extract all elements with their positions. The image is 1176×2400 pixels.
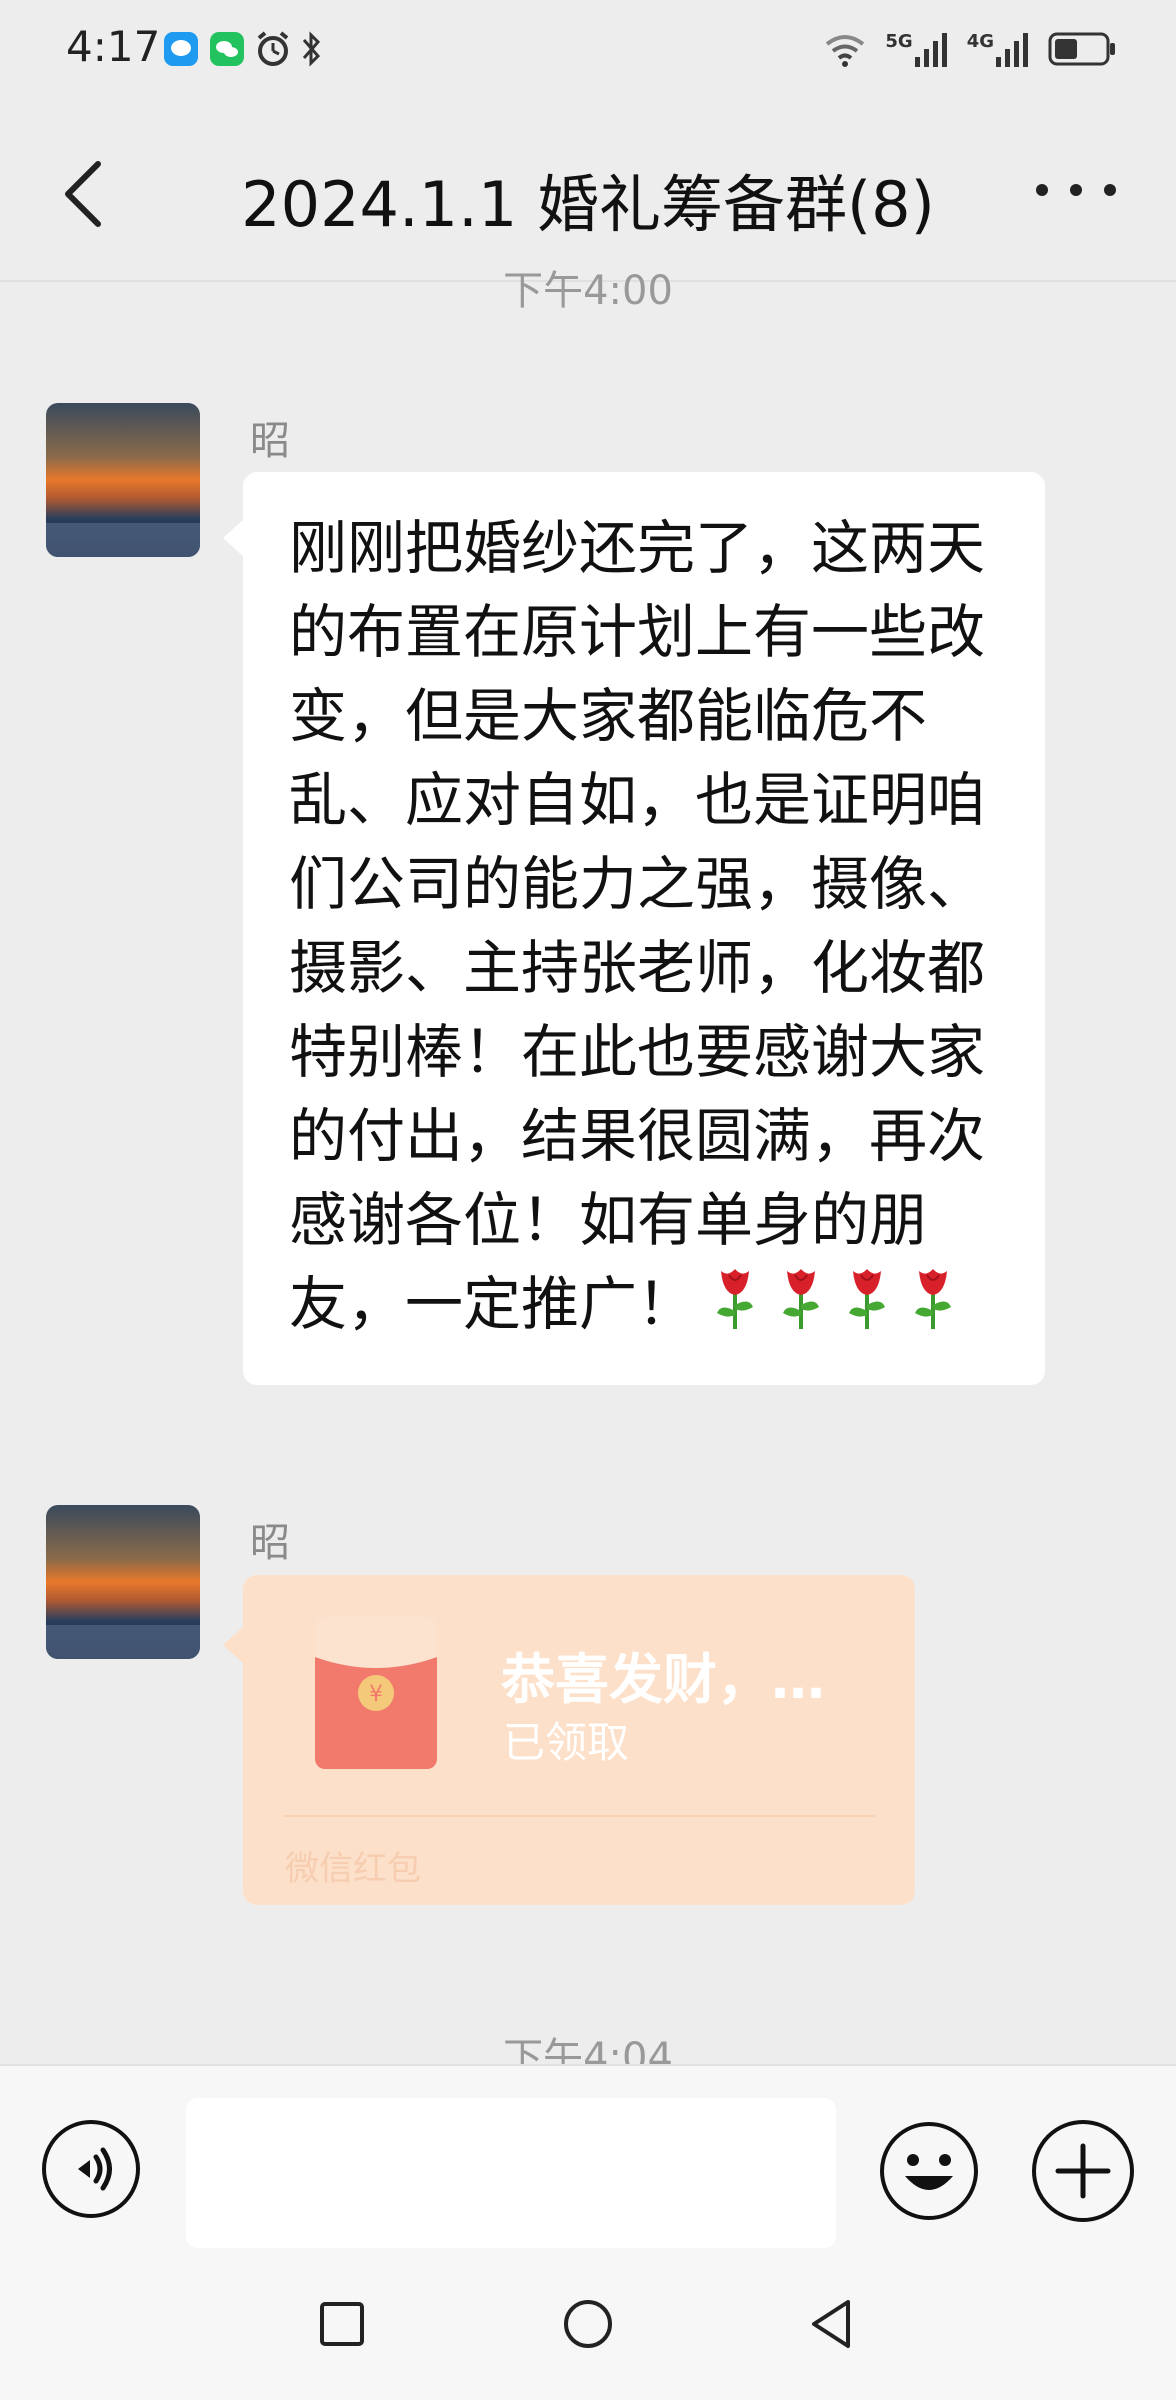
- more-dots-icon[interactable]: [1036, 162, 1116, 218]
- smiley-icon[interactable]: [878, 2120, 980, 2222]
- rose-emoji: [841, 1263, 893, 1353]
- page-title: 2024.1.1 婚礼筹备群(8): [241, 168, 935, 241]
- battery-fill: [1055, 39, 1077, 59]
- recent-apps-icon[interactable]: [312, 2294, 372, 2354]
- red-envelope-icon: ¥: [315, 1617, 437, 1769]
- avatar[interactable]: [46, 403, 200, 557]
- 4g-label: 4G: [966, 31, 994, 52]
- message-text-container: 刚刚把婚纱还完了，这两天的布置在原计划上有一些改变，但是大家都能临危不乱、应对自…: [289, 506, 1015, 1353]
- sender-name: 昭: [250, 1520, 290, 1566]
- sender-name: 昭: [250, 418, 290, 464]
- rose-emoji: [709, 1263, 761, 1353]
- status-right-group: 5G 4G: [823, 26, 1118, 72]
- red-packet-card[interactable]: ¥ 恭喜发财，… 已领取 微信红包: [223, 1575, 915, 1905]
- chevron-left-icon[interactable]: [58, 156, 118, 232]
- bluetooth-icon: [300, 30, 324, 68]
- status-bar: 4:17 5G 4G: [0, 0, 1176, 100]
- back-triangle-icon[interactable]: [802, 2294, 862, 2354]
- rose-emoji: [775, 1263, 827, 1353]
- currency-symbol: ¥: [369, 1682, 383, 1707]
- wifi-icon: [823, 30, 867, 68]
- alarm-icon: [254, 30, 292, 68]
- message-text: 刚刚把婚纱还完了，这两天的布置在原计划上有一些改变，但是大家都能临危不乱、应对自…: [289, 514, 986, 1338]
- plus-icon[interactable]: [1032, 2120, 1134, 2222]
- red-packet-status: 已领取: [503, 1718, 630, 1767]
- 5g-label: 5G: [885, 31, 913, 52]
- chat-header: 2024.1.1 婚礼筹备群(8): [0, 118, 1176, 268]
- home-icon[interactable]: [558, 2294, 618, 2354]
- system-navigation-bar: [0, 2250, 1176, 2400]
- wechat-icon: [210, 32, 244, 66]
- rose-emoji-group: [695, 1268, 959, 1338]
- input-bar: [0, 2064, 1176, 2250]
- avatar[interactable]: [46, 1505, 200, 1659]
- 5g-signal-icon: 5G: [885, 31, 948, 67]
- voice-icon[interactable]: [42, 2120, 140, 2218]
- rose-emoji: [907, 1263, 959, 1353]
- status-time: 4:17: [66, 22, 161, 71]
- red-packet-divider: [283, 1815, 875, 1817]
- 4g-signal-icon: 4G: [967, 31, 1030, 67]
- red-packet-label: 微信红包: [285, 1849, 421, 1889]
- message-bubble[interactable]: 刚刚把婚纱还完了，这两天的布置在原计划上有一些改变，但是大家都能临危不乱、应对自…: [223, 472, 1045, 1385]
- battery-icon: [1048, 31, 1118, 67]
- message-input[interactable]: [186, 2098, 836, 2248]
- chat-bubble-icon: [164, 32, 198, 66]
- red-packet-title: 恭喜发财，…: [501, 1648, 825, 1711]
- timestamp-top: 下午4:00: [503, 268, 673, 314]
